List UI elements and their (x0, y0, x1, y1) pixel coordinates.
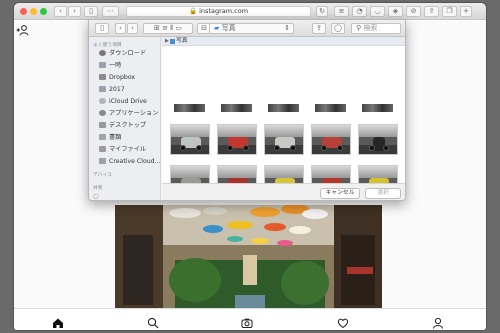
sidebar-toggle-button[interactable]: ▯ (84, 6, 98, 17)
photo-thumbnail[interactable] (315, 104, 346, 112)
sidebar-item-label: マイファイル (109, 146, 147, 153)
folder-icon (170, 39, 175, 44)
current-folder-label: 写真 (176, 38, 188, 44)
photo-thumbnail[interactable] (170, 124, 210, 155)
url-text: instagram.com (199, 7, 249, 15)
desktop-icon (99, 122, 106, 128)
extension-icon[interactable]: ◔ (352, 6, 367, 17)
back-button[interactable]: ‹ (54, 6, 67, 17)
sidebar-item-applications[interactable]: アプリケーション (99, 109, 158, 118)
search-icon[interactable] (147, 314, 159, 329)
sidebar-item-dropbox[interactable]: Dropbox (99, 73, 135, 82)
folder-icon (99, 62, 106, 68)
close-window-button[interactable] (20, 8, 27, 15)
document-icon (99, 134, 106, 140)
view-mode-buttons[interactable]: ⊞ ≡ ⫴ ▭ (143, 23, 193, 34)
folder-popup-label: 写真 (221, 24, 236, 32)
pocket-icon[interactable]: ◡ (370, 6, 385, 17)
search-placeholder: 検索 (363, 24, 378, 32)
folder-icon: ▰ (214, 24, 220, 32)
add-user-icon[interactable] (16, 25, 30, 39)
dialog-sidebar: よく使う項目 ダウンロード 一時 Dropbox 2017 iCloud Dri… (89, 37, 161, 200)
sidebar-item-2017[interactable]: 2017 (99, 85, 125, 94)
bottom-navigation (14, 308, 486, 330)
sidebar-item-desktop[interactable]: デスクトップ (99, 121, 146, 130)
home-icon[interactable] (52, 314, 64, 328)
sidebar-toggle-button[interactable]: ▯ (95, 23, 109, 34)
sidebar-item-label: iCloud Drive (109, 98, 147, 105)
dropbox-icon (99, 74, 106, 80)
devices-header: デバイス (93, 173, 113, 178)
select-button[interactable]: 選択 (365, 188, 401, 199)
file-open-dialog: ▯ ‹ › ⊞ ≡ ⫴ ▭ ⊟ ▰ 写真 ⇕ ⇪ ◯ ⚲ 検索 よく使う項目 ダ… (88, 19, 406, 201)
browser-toolbar: ‹ › ▯ ⋯ 🔒 instagram.com ↻ ≡ ◔ ◡ ◈ ⊘ ⇪ ❐ … (14, 3, 486, 20)
camera-icon[interactable] (241, 314, 253, 328)
cancel-button[interactable]: キャンセル (320, 188, 360, 199)
sidebar-item-label: デスクトップ (109, 122, 147, 129)
share-icon[interactable]: ⇪ (424, 6, 439, 17)
sidebar-item-temp[interactable]: 一時 (99, 61, 121, 70)
dialog-toolbar: ▯ ‹ › ⊞ ≡ ⫴ ▭ ⊟ ▰ 写真 ⇕ ⇪ ◯ ⚲ 検索 (89, 20, 405, 37)
sidebar-item-creative-cloud[interactable]: Creative Cloud... (99, 157, 160, 166)
photo-thumbnail[interactable] (217, 124, 257, 155)
reload-icon[interactable]: ↻ (316, 6, 328, 17)
show-all-tabs-button[interactable]: ⋯ (102, 6, 119, 17)
sidebar-item-label: 書類 (109, 134, 122, 141)
dialog-footer: キャンセル 選択 (162, 183, 405, 200)
address-bar[interactable]: 🔒 instagram.com (126, 6, 311, 17)
sidebar-item-label: アプリケーション (109, 110, 159, 117)
sidebar-item-icloud-drive[interactable]: iCloud Drive (99, 97, 147, 106)
reader-icon[interactable]: ≡ (334, 6, 349, 17)
heart-icon[interactable] (337, 314, 349, 329)
photo-thumbnail[interactable] (311, 124, 351, 155)
sidebar-item-label: Creative Cloud... (109, 158, 161, 165)
sidebar-item-downloads[interactable]: ダウンロード (99, 49, 146, 58)
shared-header: 共有 (93, 186, 103, 191)
zoom-window-button[interactable] (40, 8, 47, 15)
evernote-icon[interactable]: ◈ (388, 6, 403, 17)
search-icon: ⚲ (356, 24, 362, 32)
tabs-overview-icon[interactable]: ❐ (442, 6, 457, 17)
creative-cloud-icon (99, 158, 106, 164)
photo-thumbnail[interactable] (174, 104, 205, 112)
forward-button[interactable]: › (127, 23, 138, 34)
disclosure-triangle-icon[interactable]: ▶ (165, 37, 169, 46)
sidebar-item-label: 一時 (109, 62, 122, 69)
photo-thumbnail[interactable] (221, 104, 252, 112)
feed-photo[interactable] (115, 205, 382, 308)
back-button[interactable]: ‹ (115, 23, 126, 34)
sidebar-item-my-files[interactable]: マイファイル (99, 145, 146, 154)
search-input[interactable]: ⚲ 検索 (351, 23, 401, 34)
folder-popup[interactable]: ▰ 写真 ⇕ (209, 23, 294, 34)
applications-icon (99, 110, 106, 116)
folder-icon (99, 86, 106, 92)
sidebar-item-documents[interactable]: 書類 (99, 133, 121, 142)
sidebar-item-label: Dropbox (109, 74, 136, 81)
photo-thumbnail[interactable] (362, 104, 393, 112)
forward-button[interactable]: › (68, 6, 81, 17)
progress-spinner-icon: ◌ (93, 193, 99, 200)
chevron-down-icon: ⇕ (284, 24, 290, 32)
photo-thumbnail[interactable] (268, 104, 299, 112)
sidebar-item-label: 2017 (109, 86, 125, 93)
minimize-window-button[interactable] (30, 8, 37, 15)
share-icon[interactable]: ⇪ (312, 23, 326, 34)
photo-thumbnail[interactable] (264, 124, 304, 155)
lock-icon: 🔒 (188, 7, 198, 15)
myfiles-icon (99, 146, 106, 152)
profile-icon[interactable] (432, 314, 444, 329)
cloud-icon (99, 98, 106, 104)
photo-thumbnail[interactable] (358, 124, 398, 155)
favorites-header: よく使う項目 (93, 43, 122, 48)
tag-icon[interactable]: ◯ (331, 23, 345, 34)
path-bar: ▶ 写真 (162, 37, 405, 46)
sidebar-item-label: ダウンロード (109, 50, 147, 57)
new-tab-button[interactable]: + (460, 6, 472, 17)
download-icon (99, 50, 106, 56)
extension-icon[interactable]: ⊘ (406, 6, 421, 17)
file-browser: ▶ 写真 (162, 37, 405, 196)
